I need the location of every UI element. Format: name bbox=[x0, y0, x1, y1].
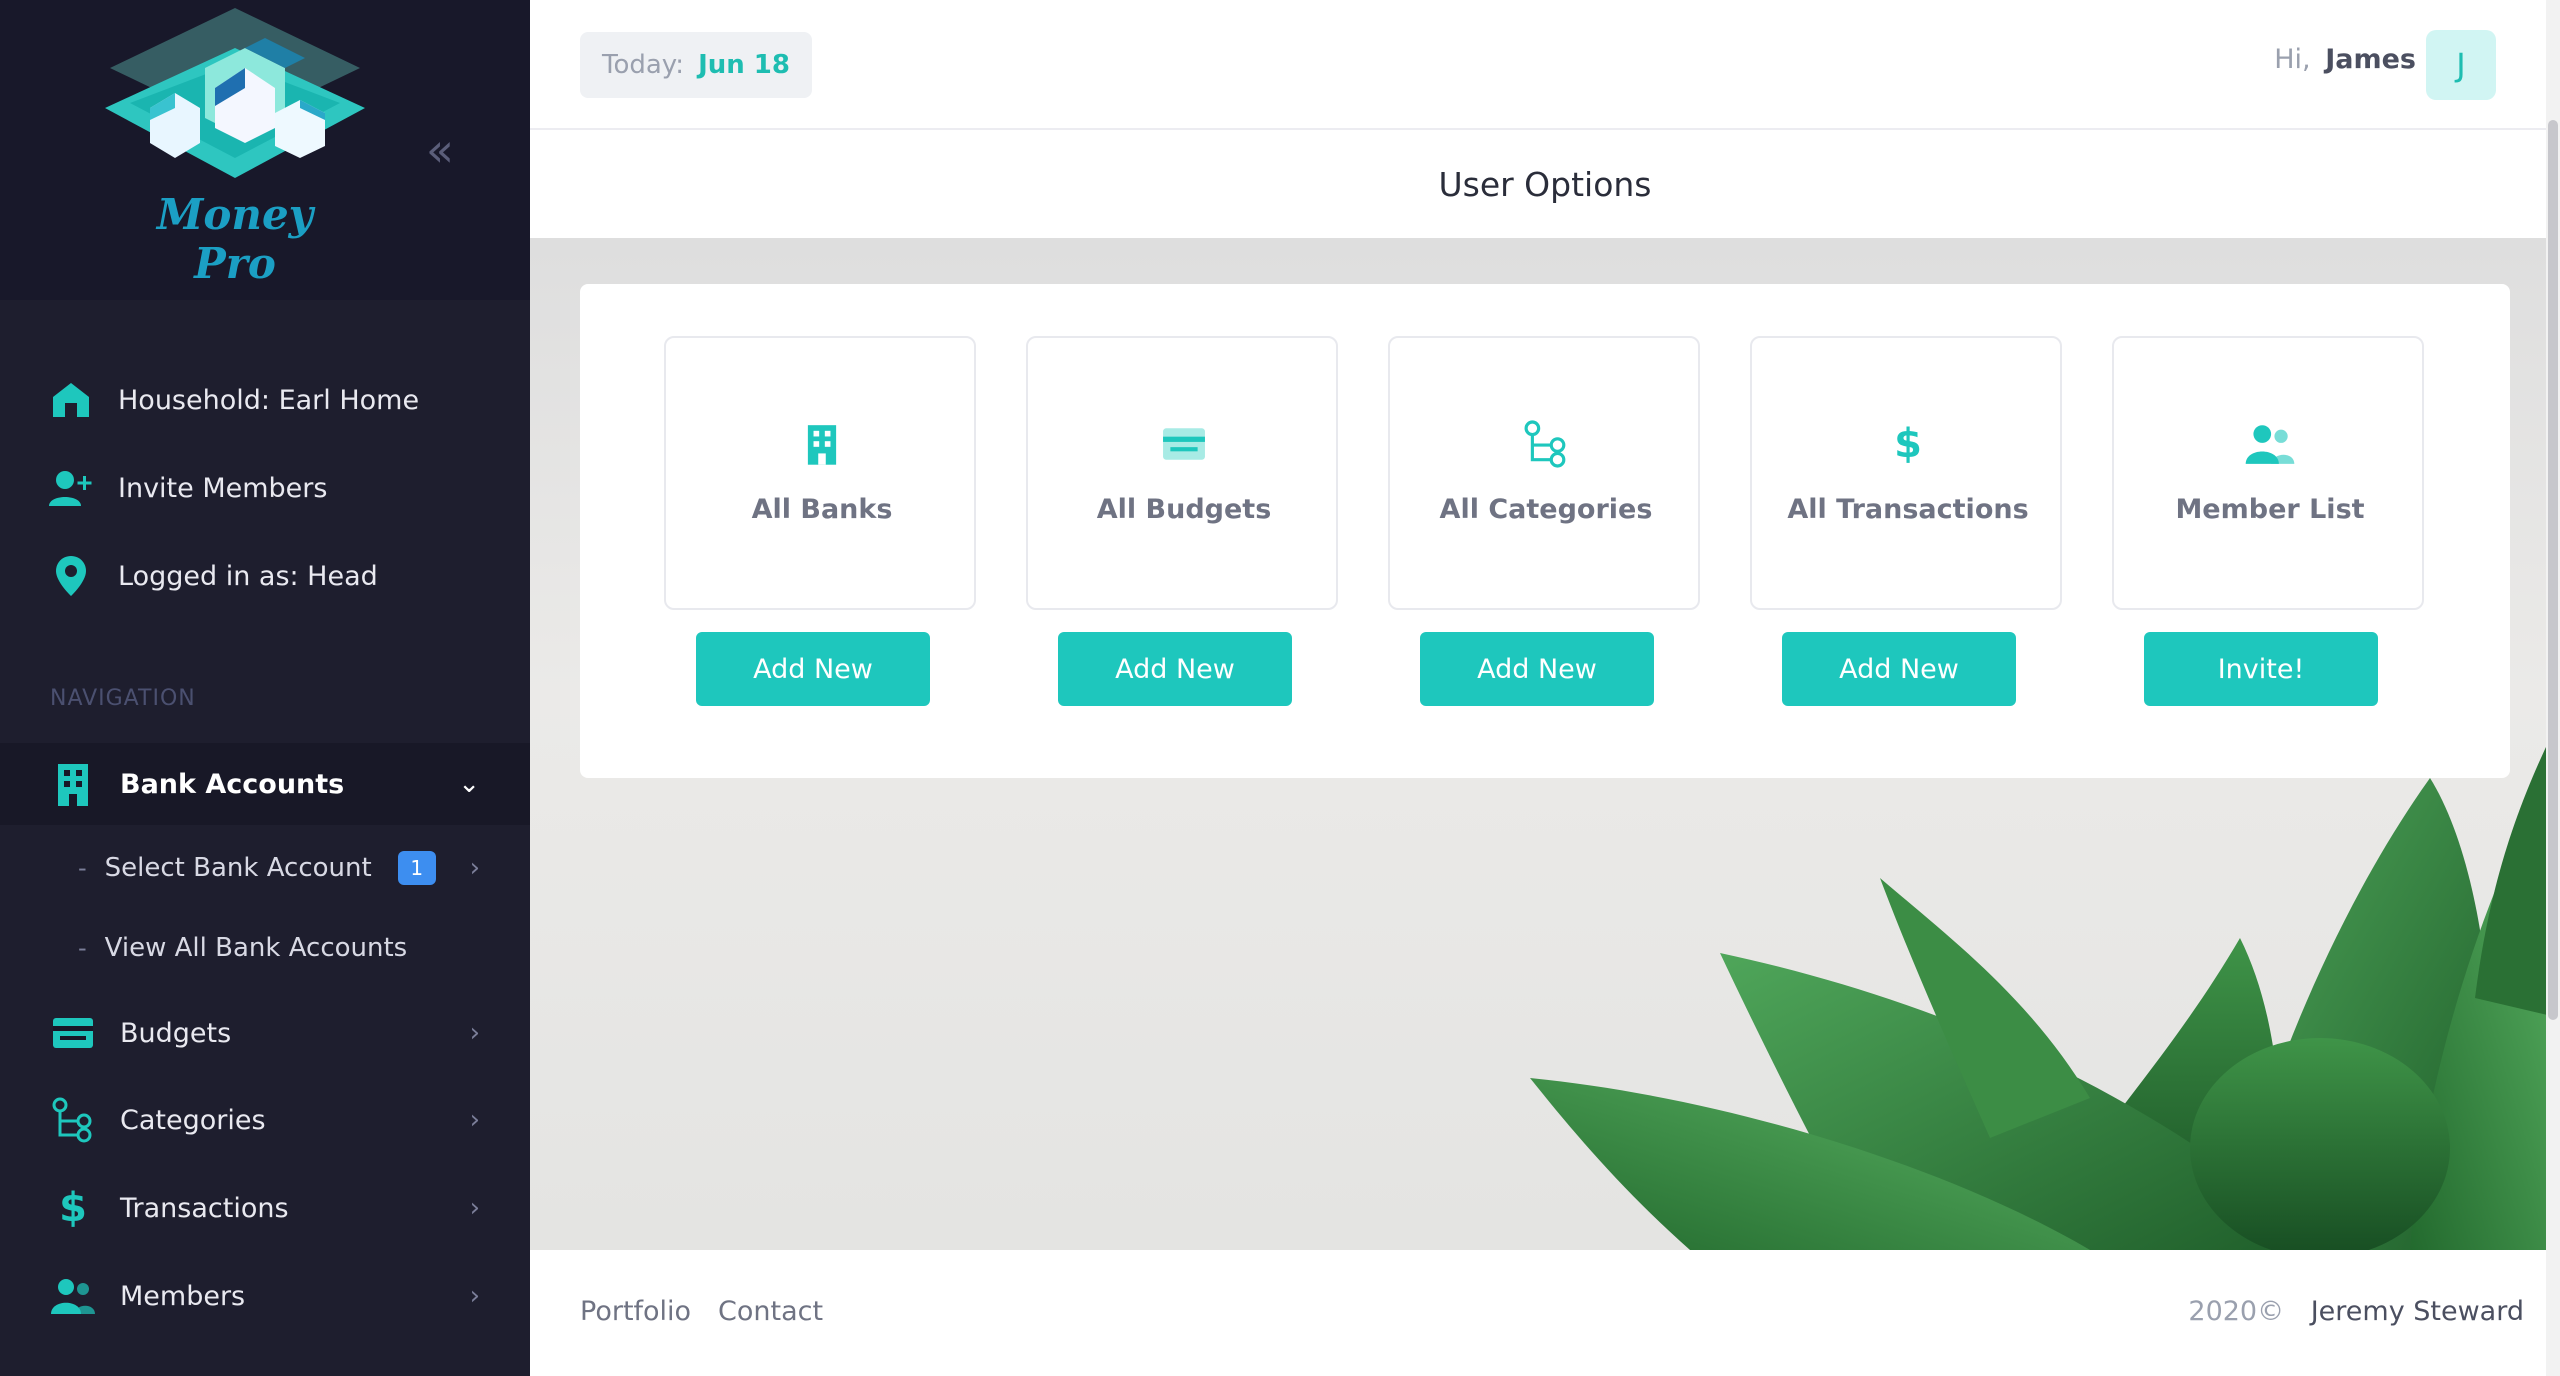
nav-label: Members bbox=[120, 1280, 246, 1312]
dollar-icon: $ bbox=[1894, 421, 1922, 467]
chevron-right-icon: › bbox=[469, 1193, 480, 1223]
map-pin-icon bbox=[46, 553, 96, 599]
scrollbar-thumb[interactable] bbox=[2548, 120, 2558, 1020]
members-icon bbox=[2114, 418, 2426, 470]
add-bank-button[interactable]: Add New bbox=[696, 632, 930, 706]
sub-dash: - bbox=[78, 934, 87, 962]
page-title-bar: User Options bbox=[530, 132, 2560, 238]
nav-label: Bank Accounts bbox=[120, 768, 345, 800]
copyright-year: 2020© bbox=[2188, 1296, 2285, 1327]
chevron-right-icon: › bbox=[469, 1018, 480, 1048]
page-title: User Options bbox=[1438, 165, 1652, 204]
copyright-author: Jeremy Steward bbox=[2310, 1296, 2524, 1327]
option-tile[interactable]: All Categories bbox=[1388, 336, 1700, 610]
greeting-text: Hi, bbox=[2274, 44, 2311, 75]
add-transaction-button[interactable]: Add New bbox=[1782, 632, 2016, 706]
add-budget-button[interactable]: Add New bbox=[1058, 632, 1292, 706]
option-tile[interactable]: All Budgets bbox=[1026, 336, 1338, 610]
logged-in-item: Logged in as: Head bbox=[0, 546, 530, 606]
option-label: All Banks bbox=[751, 494, 893, 525]
nav-item-transactions[interactable]: $ Transactions › bbox=[0, 1167, 530, 1249]
bank-building-icon bbox=[666, 418, 978, 470]
categories-tree-icon bbox=[50, 1097, 96, 1143]
nav-item-categories[interactable]: Categories › bbox=[0, 1079, 530, 1161]
nav-label: Categories bbox=[120, 1104, 266, 1136]
option-member-list: Member List Invite! bbox=[2112, 336, 2424, 706]
sub-item-select-bank-account[interactable]: - Select Bank Account 1 › bbox=[0, 836, 530, 900]
user-options-card: All Banks Add New All Budgets Add New Al… bbox=[580, 284, 2510, 778]
option-tile[interactable]: $ All Transactions bbox=[1750, 336, 2062, 610]
footer-link-contact[interactable]: Contact bbox=[718, 1296, 823, 1327]
user-plus-icon bbox=[46, 465, 96, 511]
option-all-transactions: $ All Transactions Add New bbox=[1750, 336, 2062, 706]
option-label: Member List bbox=[2175, 494, 2365, 525]
invite-members-label: Invite Members bbox=[118, 472, 328, 504]
household-item: Household: Earl Home bbox=[0, 370, 530, 430]
bank-building-icon bbox=[50, 761, 96, 807]
today-label: Today: bbox=[602, 50, 685, 80]
chevron-down-icon: ⌄ bbox=[458, 769, 480, 799]
page-scrollbar[interactable] bbox=[2546, 0, 2560, 1376]
top-bar: Today: Jun 18 Hi, James J bbox=[530, 0, 2560, 130]
copyright: 2020© Jeremy Steward bbox=[2188, 1296, 2524, 1327]
brand-area: Money Pro « bbox=[0, 0, 530, 300]
today-value: Jun 18 bbox=[698, 50, 790, 80]
logo-text: Money Pro bbox=[156, 190, 314, 288]
option-all-categories: All Categories Add New bbox=[1388, 336, 1700, 706]
nav-heading: NAVIGATION bbox=[50, 686, 196, 711]
nav-item-budgets[interactable]: Budgets › bbox=[0, 992, 530, 1074]
invite-members-item[interactable]: Invite Members bbox=[0, 458, 530, 518]
user-name: James bbox=[2325, 44, 2416, 75]
nav-item-members[interactable]: Members › bbox=[0, 1255, 530, 1337]
nav-label: Budgets bbox=[120, 1017, 232, 1049]
logo-houses-icon bbox=[105, 8, 365, 178]
avatar[interactable]: J bbox=[2426, 30, 2496, 100]
option-tile[interactable]: All Banks bbox=[664, 336, 976, 610]
members-icon bbox=[50, 1273, 96, 1319]
chevron-right-icon: › bbox=[469, 853, 480, 883]
user-greeting: Hi, James bbox=[2274, 44, 2416, 75]
categories-tree-icon bbox=[1390, 418, 1702, 470]
option-all-budgets: All Budgets Add New bbox=[1026, 336, 1338, 706]
chevron-right-icon: › bbox=[469, 1105, 480, 1135]
invite-member-button[interactable]: Invite! bbox=[2144, 632, 2378, 706]
dollar-icon: $ bbox=[59, 1185, 87, 1231]
count-badge: 1 bbox=[397, 851, 436, 885]
add-category-button[interactable]: Add New bbox=[1420, 632, 1654, 706]
option-label: All Budgets bbox=[1096, 494, 1272, 525]
home-icon bbox=[46, 377, 96, 423]
budget-card-icon bbox=[1028, 418, 1340, 470]
footer: Portfolio Contact 2020© Jeremy Steward bbox=[530, 1250, 2560, 1376]
option-label: All Categories bbox=[1439, 494, 1653, 525]
sidebar: Money Pro « Household: Earl Home Invite … bbox=[0, 0, 530, 1376]
chevron-right-icon: › bbox=[469, 1281, 480, 1311]
today-pill: Today: Jun 18 bbox=[580, 32, 812, 98]
footer-link-portfolio[interactable]: Portfolio bbox=[580, 1296, 691, 1327]
sub-dash: - bbox=[78, 854, 87, 882]
sub-label: Select Bank Account bbox=[104, 853, 372, 883]
sub-item-view-all-bank-accounts[interactable]: - View All Bank Accounts bbox=[0, 916, 530, 980]
option-tile[interactable]: Member List bbox=[2112, 336, 2424, 610]
option-all-banks: All Banks Add New bbox=[664, 336, 976, 706]
nav-label: Transactions bbox=[120, 1192, 289, 1224]
sub-label: View All Bank Accounts bbox=[104, 933, 408, 963]
household-label: Household: Earl Home bbox=[118, 384, 420, 416]
option-label: All Transactions bbox=[1787, 494, 2029, 525]
budget-card-icon bbox=[50, 1010, 96, 1056]
nav-item-bank-accounts[interactable]: Bank Accounts ⌄ bbox=[0, 743, 530, 825]
collapse-sidebar-icon[interactable]: « bbox=[420, 120, 460, 180]
logged-in-label: Logged in as: Head bbox=[118, 560, 378, 592]
